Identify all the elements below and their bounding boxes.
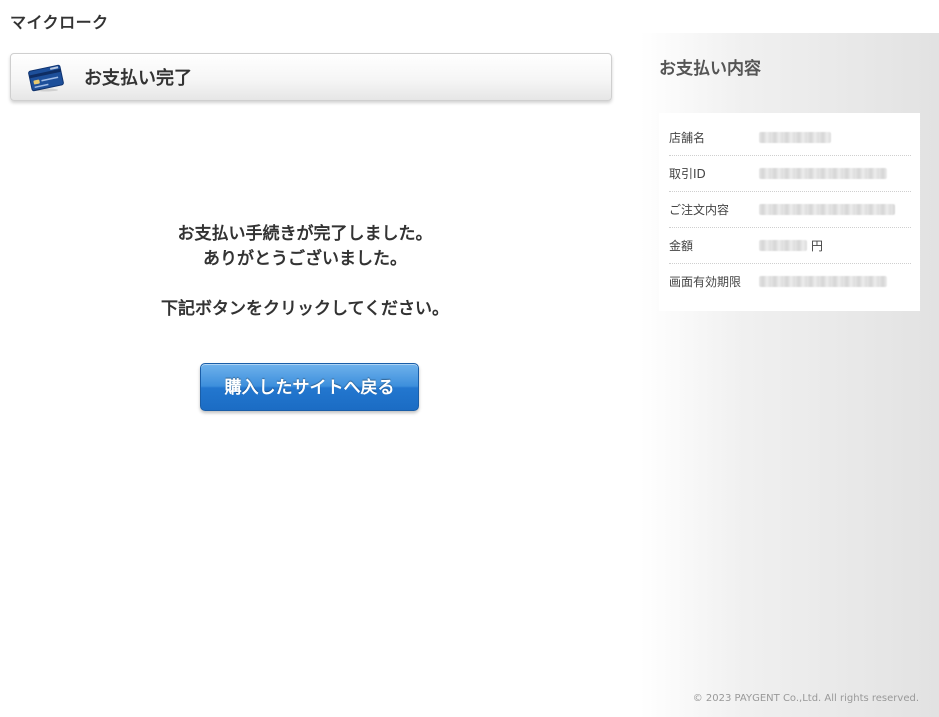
detail-value: 円: [759, 237, 823, 254]
detail-row-shop: 店舗名: [669, 120, 911, 156]
completion-message: お支払い手続きが完了しました。 ありがとうございました。 下記ボタンをクリックし…: [0, 222, 610, 322]
detail-row-order-content: ご注文内容: [669, 192, 911, 228]
detail-row-expiry: 画面有効期限: [669, 264, 911, 299]
sidebar-title: お支払い内容: [659, 59, 761, 79]
copyright-footer: © 2023 PAYGENT Co.,Ltd. All rights reser…: [692, 693, 919, 704]
redacted-value: [759, 276, 887, 287]
message-line: お支払い手続きが完了しました。: [177, 224, 433, 244]
redacted-value: [759, 240, 807, 251]
return-to-site-button[interactable]: 購入したサイトへ戻る: [200, 363, 419, 411]
detail-value: [759, 132, 831, 143]
detail-label: 金額: [669, 239, 694, 253]
detail-value: [759, 276, 887, 287]
message-line: 下記ボタンをクリックしてください。: [161, 299, 449, 319]
payment-summary-sidebar: お支払い内容 店舗名 取引ID ご注文内容 金額 円 画面有効期限 © 2023…: [640, 33, 939, 717]
detail-row-transaction-id: 取引ID: [669, 156, 911, 192]
redacted-value: [759, 132, 831, 143]
detail-label: ご注文内容: [669, 203, 730, 217]
detail-value: [759, 168, 887, 179]
payment-details-panel: 店舗名 取引ID ご注文内容 金額 円 画面有効期限: [659, 113, 920, 311]
detail-label: 画面有効期限: [669, 275, 742, 289]
detail-value: [759, 204, 895, 215]
page-title: お支払い完了: [84, 68, 192, 89]
detail-row-amount: 金額 円: [669, 228, 911, 264]
credit-card-icon: [28, 64, 64, 92]
message-line: ありがとうございました。: [203, 249, 407, 269]
redacted-value: [759, 168, 887, 179]
main-content: お支払い完了 お支払い手続きが完了しました。 ありがとうございました。 下記ボタ…: [0, 0, 640, 717]
detail-label: 店舗名: [669, 131, 706, 145]
page-title-bar: お支払い完了: [10, 53, 612, 101]
detail-label: 取引ID: [669, 167, 706, 181]
currency-unit: 円: [811, 239, 824, 253]
redacted-value: [759, 204, 895, 215]
